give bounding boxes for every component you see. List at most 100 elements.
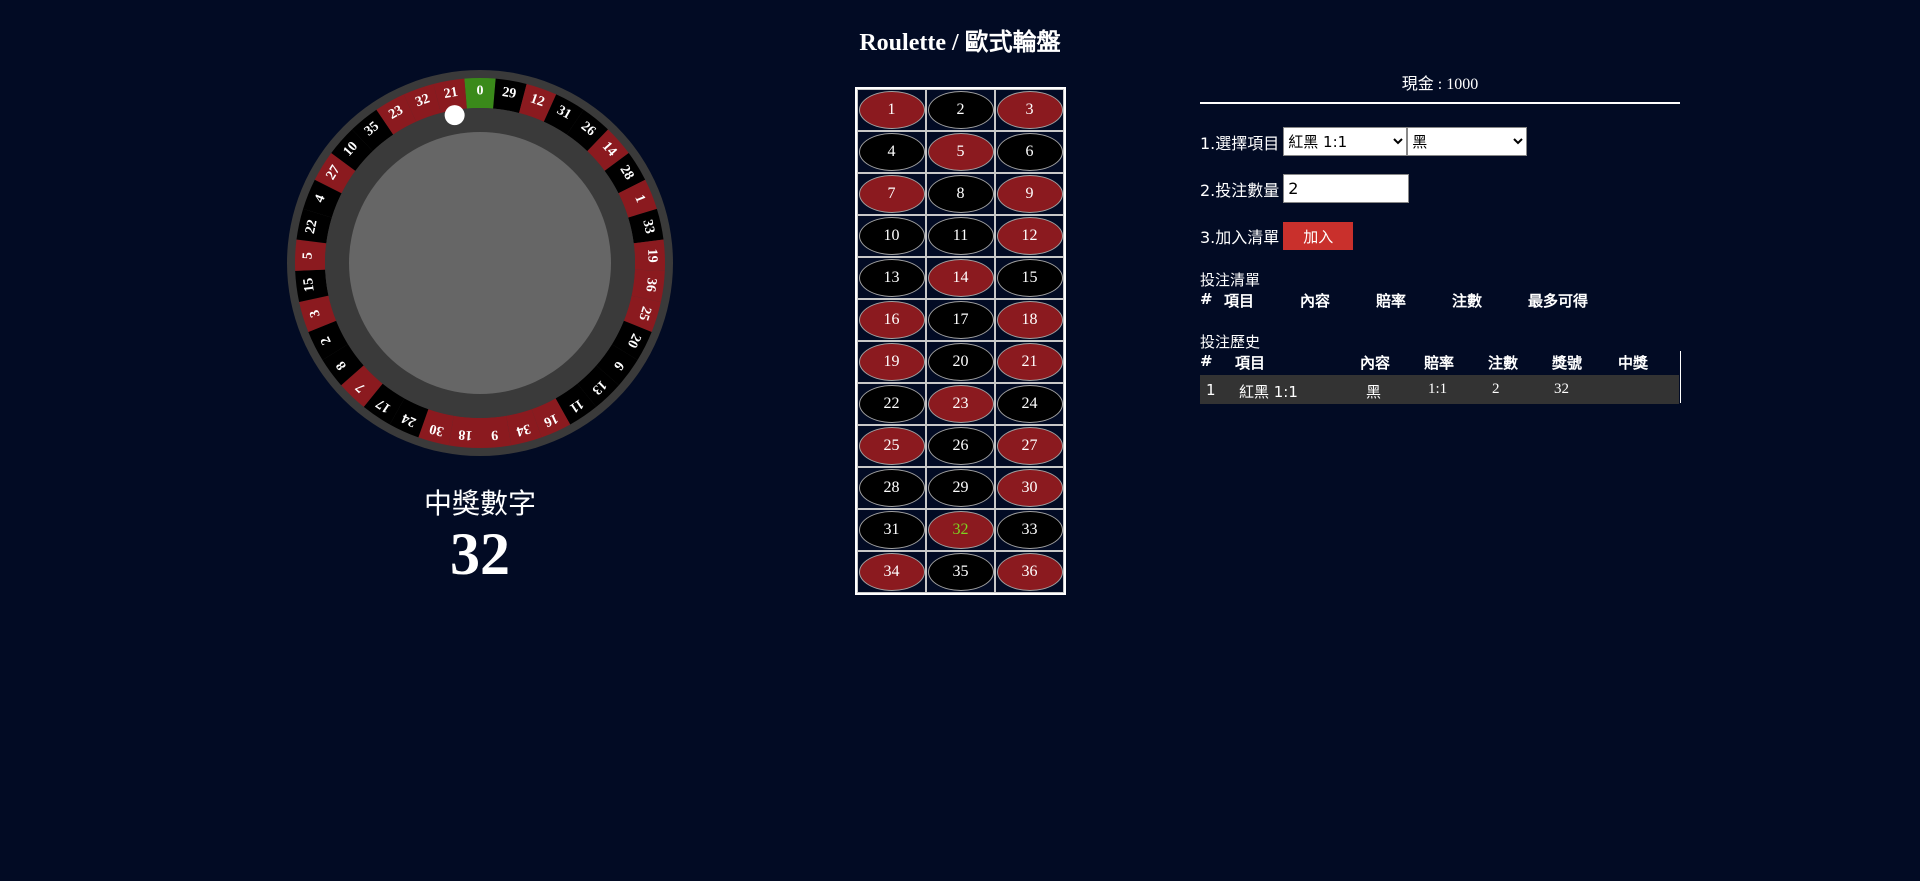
board-number-chip: 28	[858, 469, 925, 507]
wheel-number-label: 18	[458, 426, 473, 442]
board-cell-25[interactable]: 25	[857, 425, 926, 467]
bet-list-header-bets: 注數	[1452, 292, 1483, 310]
board-cell-20[interactable]: 20	[926, 341, 995, 383]
board-number-chip: 1	[858, 91, 925, 129]
board-cell-16[interactable]: 16	[857, 299, 926, 341]
board-number-chip: 12	[996, 217, 1063, 255]
board-number-chip: 35	[927, 553, 994, 591]
step3-row: 3.加入清單 加入	[1200, 222, 1354, 250]
board-number-chip: 33	[996, 511, 1063, 549]
step1-label: 1.選擇項目	[1200, 133, 1280, 153]
wheel-number-label: 36	[642, 277, 659, 293]
board-cell-23[interactable]: 23	[926, 383, 995, 425]
board-number-chip: 16	[858, 301, 925, 339]
board-cell-26[interactable]: 26	[926, 425, 995, 467]
board-number-chip: 36	[996, 553, 1063, 591]
board-cell-10[interactable]: 10	[857, 215, 926, 257]
board-cell-18[interactable]: 18	[995, 299, 1064, 341]
board-cell-5[interactable]: 5	[926, 131, 995, 173]
board-number-chip: 24	[996, 385, 1063, 423]
wheel-center	[349, 132, 611, 394]
board-number-chip: 14	[927, 259, 994, 297]
board-cell-13[interactable]: 13	[857, 257, 926, 299]
board-number-chip: 2	[927, 91, 994, 129]
board-cell-30[interactable]: 30	[995, 467, 1064, 509]
wheel-number-label: 5	[301, 252, 316, 260]
board-number-chip: 10	[858, 217, 925, 255]
history-cell-prize-no: 32	[1554, 381, 1569, 397]
board-cell-36[interactable]: 36	[995, 551, 1064, 593]
board-cell-29[interactable]: 29	[926, 467, 995, 509]
bet-amount-input[interactable]	[1283, 174, 1410, 203]
step2-label: 2.投注數量	[1200, 180, 1280, 200]
board-number-chip: 30	[996, 469, 1063, 507]
cash-display: 現金 : 1000	[1200, 70, 1680, 104]
board-cell-24[interactable]: 24	[995, 383, 1064, 425]
history-header-win: 中獎	[1618, 354, 1649, 372]
board-number-chip: 9	[996, 175, 1063, 213]
board-number-chip: 5	[927, 133, 994, 171]
board-number-chip: 7	[858, 175, 925, 213]
board-cell-17[interactable]: 17	[926, 299, 995, 341]
history-cell-content: 黑	[1366, 383, 1382, 401]
board-number-chip: 25	[858, 427, 925, 465]
board-number-chip: 34	[858, 553, 925, 591]
board-cell-27[interactable]: 27	[995, 425, 1064, 467]
roulette-wheel-graphic: 0 29 1231261428133193625206131116349183024…	[287, 70, 673, 456]
prize-number: 32	[450, 521, 510, 587]
board-cell-6[interactable]: 6	[995, 131, 1064, 173]
board-cell-12[interactable]: 12	[995, 215, 1064, 257]
bet-type-select[interactable]: 紅黑 1:1	[1283, 127, 1408, 156]
board-number-chip: 20	[927, 343, 994, 381]
history-cell-bets: 2	[1492, 381, 1500, 397]
board-number-chip: 6	[996, 133, 1063, 171]
board-number-chip: 22	[858, 385, 925, 423]
wheel-number-label: 15	[301, 277, 318, 293]
board-cell-14[interactable]: 14	[926, 257, 995, 299]
board-cell-22[interactable]: 22	[857, 383, 926, 425]
board-number-chip: 31	[858, 511, 925, 549]
board-cell-32[interactable]: 32	[926, 509, 995, 551]
board-cell-35[interactable]: 35	[926, 551, 995, 593]
board-cell-3[interactable]: 3	[995, 89, 1064, 131]
history-header-no: #	[1200, 352, 1213, 370]
wheel-number-label: 0	[477, 84, 484, 99]
add-bet-button[interactable]: 加入	[1283, 222, 1354, 250]
board-cell-15[interactable]: 15	[995, 257, 1064, 299]
control-panel: 現金 : 1000 1.選擇項目 紅黑 1:1 黑 2.投注數量 3.加入清單 …	[1200, 70, 1681, 404]
history-cell-no: 1	[1206, 381, 1216, 399]
history-header-bets: 注數	[1488, 354, 1519, 372]
board-cell-7[interactable]: 7	[857, 173, 926, 215]
board-cell-19[interactable]: 19	[857, 341, 926, 383]
prize-label: 中獎數字	[423, 487, 536, 520]
board-number-chip: 32	[927, 511, 994, 549]
board-cell-28[interactable]: 28	[857, 467, 926, 509]
board-cell-4[interactable]: 4	[857, 131, 926, 173]
bet-content-select[interactable]: 黑	[1407, 127, 1528, 156]
step1-row: 1.選擇項目 紅黑 1:1 黑	[1200, 127, 1528, 156]
board-number-chip: 23	[927, 385, 994, 423]
wheel-number-label: 29	[501, 85, 517, 102]
board-number-chip: 15	[996, 259, 1063, 297]
board-number-chip: 29	[927, 469, 994, 507]
board-cell-11[interactable]: 11	[926, 215, 995, 257]
board-cell-1[interactable]: 1	[857, 89, 926, 131]
bet-list-header-no: #	[1200, 290, 1213, 308]
board-cell-33[interactable]: 33	[995, 509, 1064, 551]
board-cell-9[interactable]: 9	[995, 173, 1064, 215]
history-title: 投注歷史	[1200, 333, 1261, 351]
board-cell-2[interactable]: 2	[926, 89, 995, 131]
wheel-number-label: 9	[490, 427, 498, 443]
history-row: 1 紅黑 1:1 黑 1:1 2 32	[1200, 375, 1679, 404]
board-number-chip: 3	[996, 91, 1063, 129]
board-cell-31[interactable]: 31	[857, 509, 926, 551]
board-number-chip: 26	[927, 427, 994, 465]
board-cell-34[interactable]: 34	[857, 551, 926, 593]
board-cell-8[interactable]: 8	[926, 173, 995, 215]
roulette-wheel: 0 29 12 31 26 14 28 1 33 19 36 25 20 6 13 11 16 34 9 18 30 24…	[287, 70, 673, 456]
board-number-chip: 21	[996, 343, 1063, 381]
wheel-number-label: 21	[443, 85, 459, 102]
wheel-number-label: 19	[644, 248, 660, 263]
board-cell-21[interactable]: 21	[995, 341, 1064, 383]
betting-board: 1 2 3 4 5 6 7 8 9 10 11 12 13 14 15 16 17 18 19 20 21 22 23 24 2…	[855, 87, 1066, 595]
